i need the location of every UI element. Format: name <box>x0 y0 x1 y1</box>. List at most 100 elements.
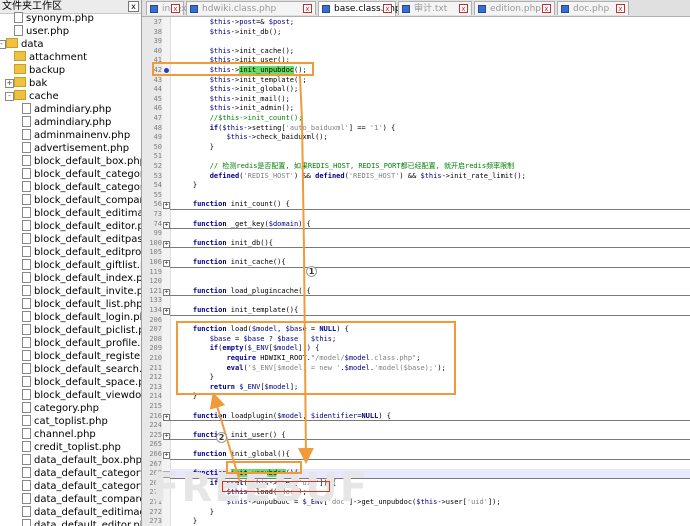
tree-folder[interactable]: - cache <box>5 90 59 103</box>
annotation-box-load-function <box>176 321 456 395</box>
code-line[interactable]: function init_user() { <box>176 431 286 441</box>
tree-folder[interactable]: - data <box>0 38 44 51</box>
tree-file[interactable]: block_default_editprofile <box>22 245 141 259</box>
tree-item-label: cache <box>29 91 59 102</box>
close-icon[interactable]: x <box>616 4 625 13</box>
tree-item-label: channel.php <box>34 429 96 440</box>
code-line[interactable]: } <box>176 143 214 153</box>
tree-file[interactable]: data_default_category.p <box>22 466 141 480</box>
code-line[interactable]: $this->check_baiduxml(); <box>176 133 328 143</box>
code-line[interactable]: function load_plugincache(){ <box>176 287 311 297</box>
tree-file[interactable]: block_default_category.p <box>22 167 141 181</box>
code-line[interactable]: function init_global(){ <box>176 450 290 460</box>
code-line[interactable]: function init_count() { <box>176 200 290 210</box>
tree-file[interactable]: data_default_editimage. <box>22 505 141 519</box>
tree-file[interactable]: cat_toplist.php <box>22 414 108 428</box>
close-icon[interactable]: x <box>171 4 180 13</box>
tab-index-php[interactable]: index.php x <box>146 1 207 15</box>
code-line[interactable]: $this->init_cache(); <box>176 47 294 57</box>
tab-base-class-php[interactable]: base.class.php x <box>318 1 401 16</box>
tree-file[interactable]: block_default_editor.php <box>22 219 141 233</box>
tree-file[interactable]: block_default_search.php <box>22 362 141 376</box>
tree-file[interactable]: block_default_compare.p <box>22 193 141 207</box>
code-line[interactable]: function _get_key($domain) { <box>176 220 311 230</box>
line-number: 133 <box>149 296 162 305</box>
close-icon[interactable]: x <box>542 4 551 13</box>
fold-toggle-icon[interactable]: + <box>163 413 170 421</box>
close-icon[interactable]: x <box>303 4 312 13</box>
code-line[interactable]: //$this->init_count(); <box>176 114 303 124</box>
tree-file[interactable]: data_default_categorylis <box>22 479 141 493</box>
tree-file[interactable]: user.php <box>14 24 69 38</box>
code-line[interactable]: function init_template(){ <box>176 306 298 316</box>
code-line[interactable]: $this->init_template(); <box>176 76 307 86</box>
tree-folder[interactable]: + bak <box>5 77 47 90</box>
tree-file[interactable]: block_default_login.php <box>22 310 141 324</box>
fold-toggle-icon[interactable]: + <box>163 221 170 229</box>
close-icon[interactable]: x <box>128 1 139 12</box>
fold-toggle-icon[interactable]: + <box>163 432 170 440</box>
fold-toggle-icon[interactable]: + <box>163 452 170 459</box>
tree-file[interactable]: block_default_invite.php <box>22 284 141 298</box>
fold-toggle-icon[interactable]: + <box>163 260 170 267</box>
tree-file[interactable]: block_default_list.php <box>22 297 141 311</box>
collapse-icon[interactable]: - <box>5 92 14 101</box>
tab-doc-php[interactable]: doc.php x <box>557 1 629 15</box>
tab-hdwiki-class-php[interactable]: hdwiki.class.php x <box>186 1 316 15</box>
fold-margin[interactable] <box>162 17 171 526</box>
code-line[interactable]: if($this->setting['auto_baiduxml'] == '1… <box>176 124 396 134</box>
tree-file[interactable]: block_default_categoryli <box>22 180 141 194</box>
tree-folder[interactable]: attachment <box>14 51 87 64</box>
fold-toggle-icon[interactable]: + <box>163 240 170 248</box>
code-line[interactable]: defined('REDIS_HOST') && defined('REDIS_… <box>176 172 526 182</box>
fold-toggle-icon[interactable]: + <box>163 308 170 315</box>
tab--txt[interactable]: 审计.txt x <box>398 1 472 15</box>
tree-file[interactable]: credit_toplist.php <box>22 440 121 454</box>
tree-file[interactable]: block_default_giftlist.php <box>22 258 141 272</box>
tree-file[interactable]: block_default_register.ph <box>22 349 141 363</box>
tree-file[interactable]: block_default_profile.php <box>22 336 141 350</box>
tree-file[interactable]: data_default_compare.p <box>22 492 141 506</box>
close-icon[interactable]: x <box>459 4 468 13</box>
tree-file[interactable]: channel.php <box>22 427 96 441</box>
code-line[interactable]: $this->init_global(); <box>176 85 299 95</box>
line-number: 56 <box>153 200 162 209</box>
tab-label: doc.php <box>573 4 610 14</box>
code-line[interactable]: function loadplugin($model, $identifier=… <box>176 412 391 422</box>
tab-edition-php[interactable]: edition.php x <box>474 1 555 15</box>
tree-file[interactable]: adminmainenv.php <box>22 128 130 142</box>
tree-file[interactable]: admindiary.php <box>22 115 111 129</box>
tree-file[interactable]: block_default_editpass.p <box>22 232 141 246</box>
tree-item-label: backup <box>29 65 66 76</box>
code-line[interactable]: $this->init_db(); <box>176 28 282 38</box>
close-icon[interactable]: x <box>383 4 392 13</box>
tree-file[interactable]: admindiary.php <box>22 102 111 116</box>
fold-toggle-icon[interactable]: + <box>163 202 170 210</box>
file-icon <box>22 167 31 179</box>
code-line[interactable]: $this->init_mail(); <box>176 95 290 105</box>
tree-file[interactable]: block_default_space.php <box>22 375 141 389</box>
code-line[interactable]: function init_db(){ <box>176 239 273 249</box>
code-line[interactable]: $this->post=& $post; <box>176 18 294 28</box>
code-line[interactable]: $this->init_admin(); <box>176 104 294 114</box>
code-line[interactable]: } <box>176 517 197 526</box>
fold-toggle-icon[interactable]: + <box>163 288 170 296</box>
expand-icon[interactable]: + <box>5 79 14 88</box>
tree-item-label: block_default_box.php <box>34 156 142 167</box>
tree-file[interactable]: block_default_index.php <box>22 271 141 285</box>
tree-file[interactable]: synonym.php <box>14 11 94 25</box>
tree-file[interactable]: block_default_box.php <box>22 154 142 168</box>
tree-folder[interactable]: backup <box>14 64 65 77</box>
tree-file[interactable]: data_default_editor.php <box>22 518 141 526</box>
tree-file[interactable]: block_default_piclist.php <box>22 323 141 337</box>
tree-file[interactable]: block_default_editimage <box>22 206 141 220</box>
code-line[interactable]: function init_cache(){ <box>176 258 286 268</box>
tree-file[interactable]: category.php <box>22 401 99 415</box>
tree-file[interactable]: block_default_viewdoc.p <box>22 388 141 402</box>
code-line[interactable]: // 检测redis是否配置, 如果REDIS_HOST, REDIS_PORT… <box>176 162 514 172</box>
code-line[interactable]: } <box>176 181 197 191</box>
tree-file[interactable]: advertisement.php <box>22 141 129 155</box>
tree-file[interactable]: data_default_box.php <box>22 453 141 467</box>
file-icon <box>22 375 31 387</box>
code-editor[interactable]: 37 38 39 40 41 42 43 44 45 46 47 48 49 50 51 52 53 54 55 56… <box>142 17 690 526</box>
